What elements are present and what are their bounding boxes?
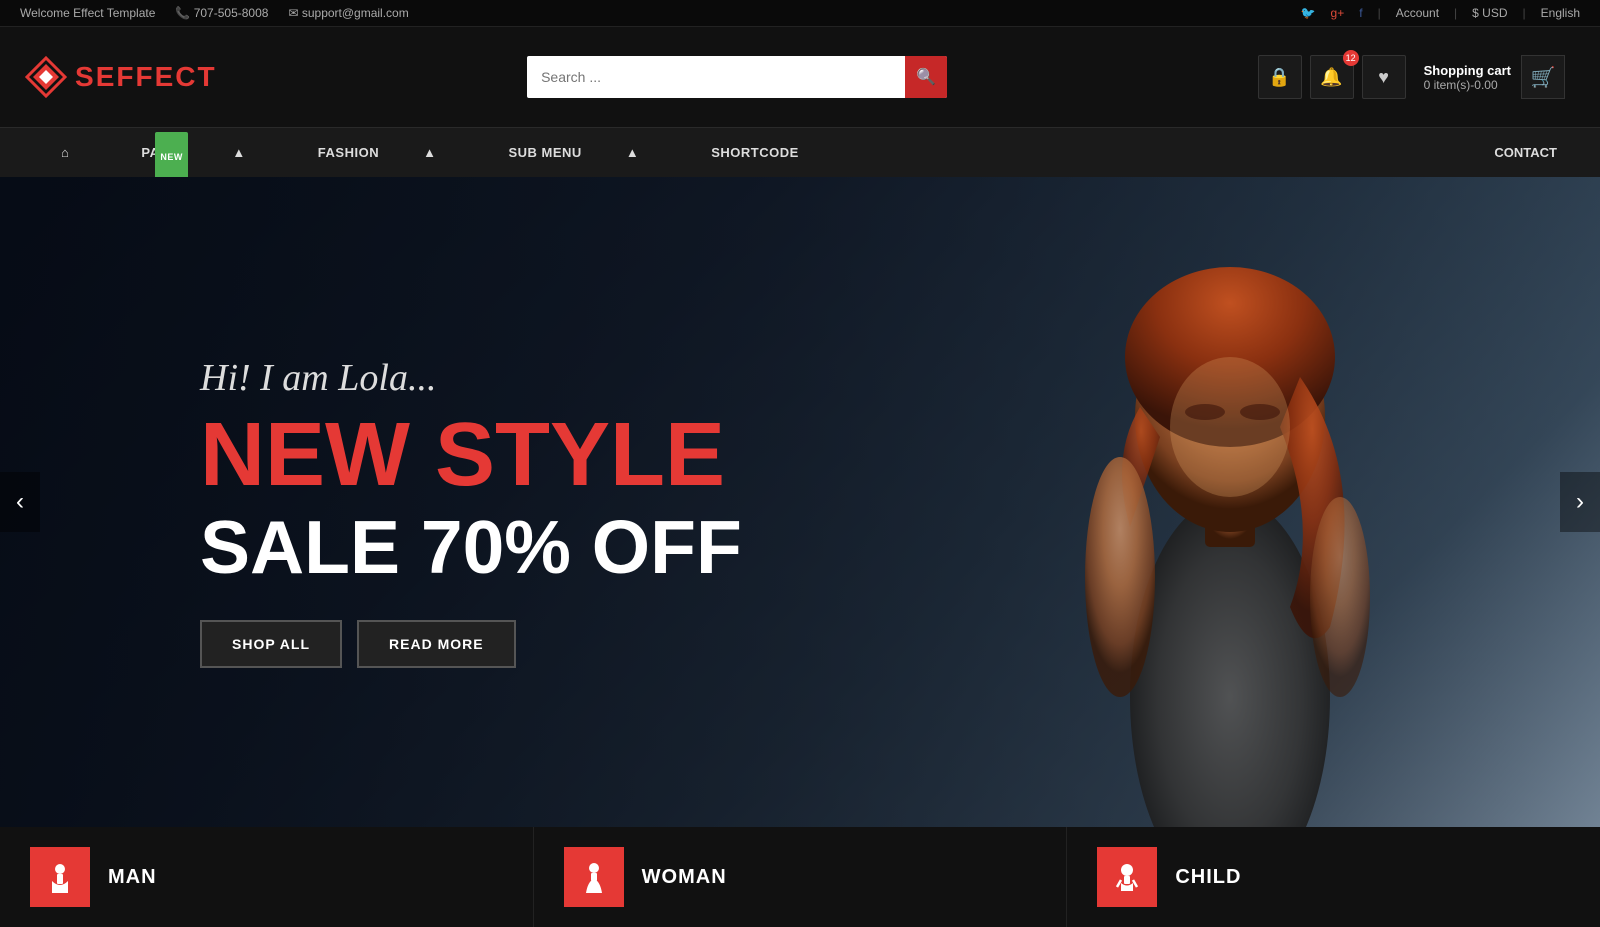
submenu-caret: ▲: [608, 128, 657, 178]
slider-prev-button[interactable]: ‹: [0, 472, 40, 532]
currency-selector[interactable]: $ USD: [1472, 6, 1507, 20]
nav-link-fashion[interactable]: FASHION ▲: [282, 128, 473, 178]
hero-buttons: SHOP ALL READ MORE: [200, 620, 742, 668]
category-row: MAN WOMAN CHILD: [0, 827, 1600, 927]
shop-all-button[interactable]: SHOP ALL: [200, 620, 342, 668]
category-man[interactable]: MAN: [0, 827, 534, 927]
nav-item-shortcode[interactable]: SHORTCODE: [675, 128, 835, 178]
nav-item-submenu[interactable]: SUB MENU ▲: [472, 128, 675, 178]
cart-text: Shopping cart 0 item(s)-0.00: [1424, 63, 1511, 92]
cart-icon: 🛒: [1531, 65, 1556, 90]
notification-badge: 12: [1343, 50, 1359, 66]
phone-number: 📞 707-505-8008: [175, 6, 268, 20]
nav-items: ⌂ NEW PAGES ▲ FASHION ▲ SUB MENU ▲ SHORT…: [25, 128, 1476, 178]
nav-item-fashion[interactable]: FASHION ▲: [282, 128, 473, 178]
welcome-text: Welcome Effect Template: [20, 6, 155, 20]
lock-button[interactable]: 🔒: [1258, 55, 1302, 99]
man-icon-box: [30, 847, 90, 907]
woman-icon-box: [564, 847, 624, 907]
search-icon: 🔍: [916, 67, 936, 87]
child-icon-box: [1097, 847, 1157, 907]
top-bar: Welcome Effect Template 📞 707-505-8008 ✉…: [0, 0, 1600, 27]
hero-sale: SALE 70% OFF: [200, 510, 742, 585]
notification-button[interactable]: 🔔 12: [1310, 55, 1354, 99]
woman-label: WOMAN: [642, 866, 727, 889]
nav-link-shortcode[interactable]: SHORTCODE: [675, 128, 835, 178]
phone-icon: 📞: [175, 6, 190, 20]
woman-icon: [578, 861, 610, 893]
read-more-button[interactable]: READ MORE: [357, 620, 516, 668]
twitter-icon[interactable]: 🐦: [1301, 6, 1316, 20]
language-selector[interactable]: English: [1541, 6, 1580, 20]
site-header: SEFFECT 🔍 🔒 🔔 12 ♥ Shopping cart 0 item(…: [0, 27, 1600, 127]
bell-icon: 🔔: [1320, 67, 1342, 88]
child-icon: [1111, 861, 1143, 893]
cart-area[interactable]: Shopping cart 0 item(s)-0.00 🛒: [1414, 55, 1575, 99]
account-link[interactable]: Account: [1396, 6, 1439, 20]
lock-icon: 🔒: [1268, 67, 1290, 88]
googleplus-icon[interactable]: g+: [1331, 6, 1345, 20]
main-navbar: ⌂ NEW PAGES ▲ FASHION ▲ SUB MENU ▲ SHORT…: [0, 127, 1600, 177]
nav-link-pages[interactable]: PAGES ▲: [105, 128, 281, 178]
email-address: ✉ support@gmail.com: [288, 6, 408, 20]
nav-item-home[interactable]: ⌂: [25, 128, 105, 178]
cart-icon-button[interactable]: 🛒: [1521, 55, 1565, 99]
pages-new-badge: NEW: [155, 132, 188, 182]
logo-text: SEFFECT: [75, 61, 217, 93]
category-woman[interactable]: WOMAN: [534, 827, 1068, 927]
hero-title: NEW STYLE: [200, 410, 742, 500]
pages-caret: ▲: [214, 128, 263, 178]
search-button[interactable]: 🔍: [905, 56, 947, 98]
man-label: MAN: [108, 866, 157, 889]
nav-link-submenu[interactable]: SUB MENU ▲: [472, 128, 675, 178]
category-child[interactable]: CHILD: [1067, 827, 1600, 927]
slider-next-button[interactable]: ›: [1560, 472, 1600, 532]
hero-subtitle: Hi! I am Lola...: [200, 356, 742, 400]
search-bar: 🔍: [527, 56, 947, 98]
chevron-right-icon: ›: [1576, 488, 1584, 516]
search-input[interactable]: [527, 56, 905, 98]
cart-title: Shopping cart: [1424, 63, 1511, 78]
chevron-left-icon: ‹: [16, 488, 24, 516]
email-icon: ✉: [288, 6, 298, 20]
child-label: CHILD: [1175, 866, 1241, 889]
header-icons: 🔒 🔔 12 ♥ Shopping cart 0 item(s)-0.00 🛒: [1258, 55, 1575, 99]
fashion-caret: ▲: [405, 128, 454, 178]
hero-content: Hi! I am Lola... NEW STYLE SALE 70% OFF …: [0, 336, 742, 668]
top-bar-left: Welcome Effect Template 📞 707-505-8008 ✉…: [20, 6, 409, 20]
man-icon: [44, 861, 76, 893]
home-icon: ⌂: [43, 128, 87, 178]
wishlist-button[interactable]: ♥: [1362, 55, 1406, 99]
nav-right: CONTACT: [1476, 128, 1575, 178]
site-logo[interactable]: SEFFECT: [25, 56, 217, 98]
cart-items: 0 item(s)-0.00: [1424, 78, 1511, 92]
nav-link-home[interactable]: ⌂: [25, 128, 105, 178]
logo-icon: [25, 56, 67, 98]
hero-section: Hi! I am Lola... NEW STYLE SALE 70% OFF …: [0, 177, 1600, 827]
facebook-icon[interactable]: f: [1359, 6, 1362, 20]
top-bar-right: 🐦 g+ f | Account | $ USD | English: [1301, 6, 1580, 20]
heart-icon: ♥: [1378, 67, 1389, 88]
nav-item-pages[interactable]: NEW PAGES ▲: [105, 128, 281, 178]
nav-link-contact[interactable]: CONTACT: [1476, 128, 1575, 178]
